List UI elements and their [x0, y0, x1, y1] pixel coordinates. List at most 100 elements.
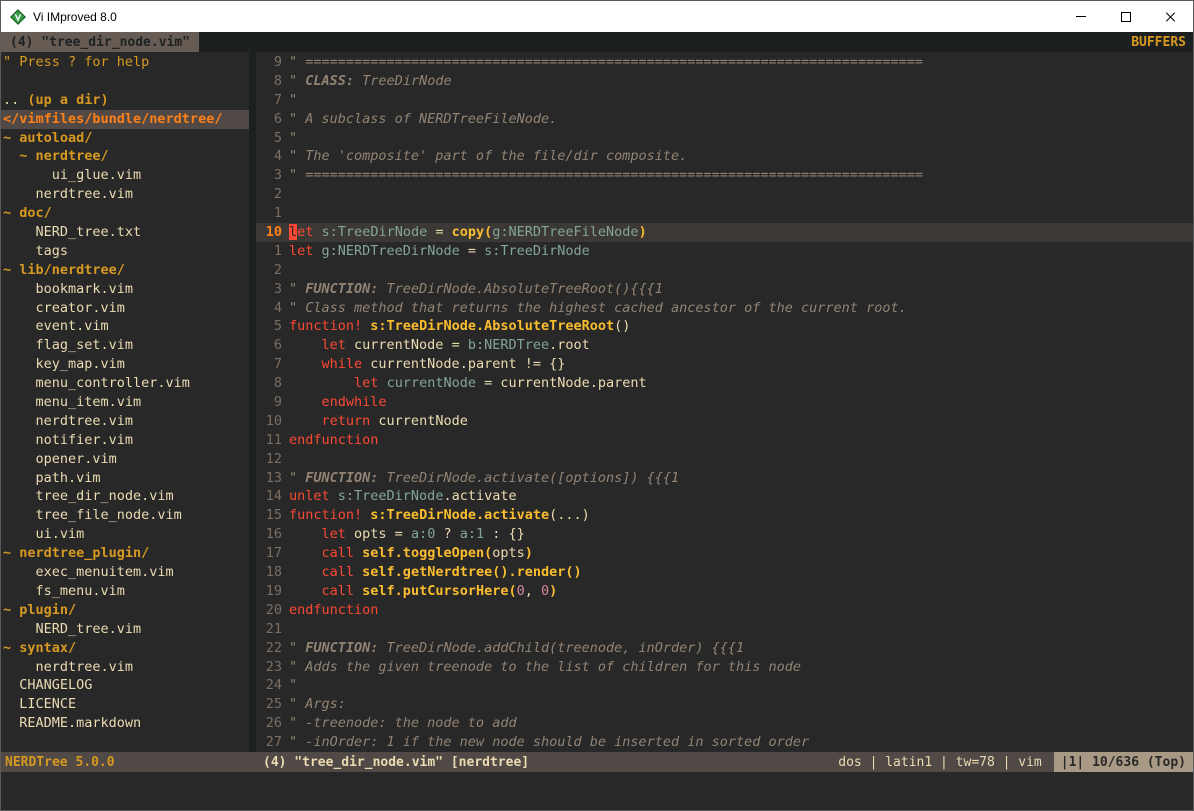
tree-text: README.markdown	[3, 715, 141, 731]
code-text: endwhile	[289, 393, 387, 412]
code-line[interactable]: 8" CLASS: TreeDirNode	[256, 72, 1193, 91]
code-text: let opts = a:0 ? a:1 : {}	[289, 525, 525, 544]
tree-text: bookmark.vim	[3, 281, 133, 297]
code-line[interactable]: 7"	[256, 91, 1193, 110]
tab-current[interactable]: (4) "tree_dir_node.vim"	[1, 32, 199, 52]
tree-row[interactable]: nerdtree.vim	[1, 658, 249, 677]
minimize-button[interactable]	[1058, 1, 1103, 32]
tree-row[interactable]: ~ plugin/	[1, 601, 249, 620]
tree-row[interactable]: fs_menu.vim	[1, 582, 249, 601]
tree-row[interactable]: bookmark.vim	[1, 280, 249, 299]
tree-row[interactable]: README.markdown	[1, 714, 249, 733]
tree-row[interactable]: LICENCE	[1, 695, 249, 714]
tree-row[interactable]: notifier.vim	[1, 431, 249, 450]
code-line[interactable]: 9 endwhile	[256, 393, 1193, 412]
code-line[interactable]: 20endfunction	[256, 601, 1193, 620]
code-line[interactable]: 13" FUNCTION: TreeDirNode.activate([opti…	[256, 469, 1193, 488]
tree-row[interactable]: path.vim	[1, 469, 249, 488]
code-line[interactable]: 2	[256, 185, 1193, 204]
close-button[interactable]	[1148, 1, 1193, 32]
code-line[interactable]: 10let s:TreeDirNode = copy(g:NERDTreeFil…	[256, 223, 1193, 242]
line-number: 13	[256, 469, 289, 488]
code-text: " FUNCTION: TreeDirNode.AbsoluteTreeRoot…	[289, 280, 663, 299]
tree-row[interactable]: ui_glue.vim	[1, 166, 249, 185]
tree-row[interactable]: flag_set.vim	[1, 336, 249, 355]
code-line[interactable]: 19 call self.putCursorHere(0, 0)	[256, 582, 1193, 601]
tree-row[interactable]: ui.vim	[1, 525, 249, 544]
tree-text: NERD_tree.vim	[3, 621, 141, 637]
tree-row[interactable]: exec_menuitem.vim	[1, 563, 249, 582]
line-number: 8	[256, 72, 289, 91]
line-number: 2	[256, 261, 289, 280]
tree-row[interactable]: ~ doc/	[1, 204, 249, 223]
code-line[interactable]: 4" The 'composite' part of the file/dir …	[256, 147, 1193, 166]
code-line[interactable]: 2	[256, 261, 1193, 280]
tree-row[interactable]: tree_file_node.vim	[1, 506, 249, 525]
code-line[interactable]: 24"	[256, 676, 1193, 695]
code-line[interactable]: 18 call self.getNerdtree().render()	[256, 563, 1193, 582]
code-line[interactable]: 7 while currentNode.parent != {}	[256, 355, 1193, 374]
tree-row[interactable]: event.vim	[1, 317, 249, 336]
window-separator[interactable]	[249, 52, 256, 752]
tree-text: tree_dir_node.vim	[3, 488, 174, 504]
tree-row[interactable]: NERD_tree.vim	[1, 620, 249, 639]
maximize-button[interactable]	[1103, 1, 1148, 32]
tree-row[interactable]: tree_dir_node.vim	[1, 487, 249, 506]
code-line[interactable]: 5"	[256, 129, 1193, 148]
tree-row[interactable]: ~ autoload/	[1, 129, 249, 148]
code-line[interactable]: 11endfunction	[256, 431, 1193, 450]
tree-text: CHANGELOG	[3, 677, 92, 693]
code-line[interactable]: 23" Adds the given treenode to the list …	[256, 658, 1193, 677]
tree-row[interactable]: CHANGELOG	[1, 676, 249, 695]
code-line[interactable]: 8 let currentNode = currentNode.parent	[256, 374, 1193, 393]
code-line[interactable]: 12	[256, 450, 1193, 469]
code-line[interactable]: 6" A subclass of NERDTreeFileNode.	[256, 110, 1193, 129]
tree-row[interactable]: opener.vim	[1, 450, 249, 469]
code-line[interactable]: 6 let currentNode = b:NERDTree.root	[256, 336, 1193, 355]
tree-row[interactable]: ~ nerdtree/	[1, 147, 249, 166]
code-line[interactable]: 14unlet s:TreeDirNode.activate	[256, 487, 1193, 506]
tree-row[interactable]: menu_controller.vim	[1, 374, 249, 393]
line-number: 1	[256, 204, 289, 223]
maximize-icon	[1121, 12, 1131, 22]
tree-row[interactable]: nerdtree.vim	[1, 185, 249, 204]
line-number: 17	[256, 544, 289, 563]
code-line[interactable]: 10 return currentNode	[256, 412, 1193, 431]
code-line[interactable]: 5function! s:TreeDirNode.AbsoluteTreeRoo…	[256, 317, 1193, 336]
code-line[interactable]: 1	[256, 204, 1193, 223]
code-line[interactable]: 3" FUNCTION: TreeDirNode.AbsoluteTreeRoo…	[256, 280, 1193, 299]
code-text	[289, 185, 297, 204]
code-line[interactable]: 21	[256, 620, 1193, 639]
line-number: 15	[256, 506, 289, 525]
tree-row[interactable]: tags	[1, 242, 249, 261]
code-line[interactable]: 15function! s:TreeDirNode.activate(...)	[256, 506, 1193, 525]
tree-row[interactable]: </vimfiles/bundle/nerdtree/	[1, 110, 249, 129]
tree-row[interactable]: .. (up a dir)	[1, 91, 249, 110]
tree-row[interactable]	[1, 72, 249, 91]
line-number: 24	[256, 676, 289, 695]
code-line[interactable]: 3" =====================================…	[256, 166, 1193, 185]
tree-row[interactable]: ~ syntax/	[1, 639, 249, 658]
code-line[interactable]: 4" Class method that returns the highest…	[256, 299, 1193, 318]
code-line[interactable]: 27" -inOrder: 1 if the new node should b…	[256, 733, 1193, 752]
code-line[interactable]: 1let g:NERDTreeDirNode = s:TreeDirNode	[256, 242, 1193, 261]
tree-row[interactable]: " Press ? for help	[1, 53, 249, 72]
tree-row[interactable]: ~ nerdtree_plugin/	[1, 544, 249, 563]
code-line[interactable]: 22" FUNCTION: TreeDirNode.addChild(treen…	[256, 639, 1193, 658]
code-text: " FUNCTION: TreeDirNode.addChild(treenod…	[289, 639, 744, 658]
code-line[interactable]: 26" -treenode: the node to add	[256, 714, 1193, 733]
tree-row[interactable]: menu_item.vim	[1, 393, 249, 412]
tree-text: " Press ? for help	[3, 54, 149, 70]
tree-row[interactable]: creator.vim	[1, 299, 249, 318]
code-line[interactable]: 17 call self.toggleOpen(opts)	[256, 544, 1193, 563]
code-line[interactable]: 9" =====================================…	[256, 53, 1193, 72]
tree-row[interactable]: key_map.vim	[1, 355, 249, 374]
code-line[interactable]: 25" Args:	[256, 695, 1193, 714]
line-number: 7	[256, 91, 289, 110]
tree-row[interactable]: NERD_tree.txt	[1, 223, 249, 242]
tree-row[interactable]: ~ lib/nerdtree/	[1, 261, 249, 280]
line-number: 8	[256, 374, 289, 393]
code-line[interactable]: 16 let opts = a:0 ? a:1 : {}	[256, 525, 1193, 544]
tree-row[interactable]: nerdtree.vim	[1, 412, 249, 431]
tree-text: menu_controller.vim	[3, 375, 190, 391]
